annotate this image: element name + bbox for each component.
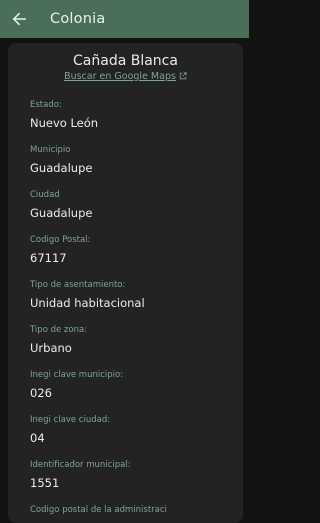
page-title: Colonia [50,11,106,27]
field-label: Municipio [30,145,71,155]
google-maps-link[interactable]: Buscar en Google Maps [8,71,243,82]
field-value: Unidad habitacional [30,296,145,310]
back-button[interactable] [0,0,38,38]
details-card: Cañada Blanca Buscar en Google Maps Esta… [8,43,243,523]
arrow-back-icon [12,12,26,26]
app-bar: Colonia [0,0,249,38]
field-inegi-municipio: Inegi clave municipio: 026 [30,369,235,401]
colonia-name: Cañada Blanca [73,53,178,69]
field-inegi-ciudad: Inegi clave ciudad: 04 [30,414,235,446]
field-tipo-asentamiento: Tipo de asentamiento: Unidad habitaciona… [30,279,235,311]
field-value: Urbano [30,341,72,355]
google-maps-link-label: Buscar en Google Maps [64,71,176,82]
field-value: 67117 [30,251,67,265]
field-label: Estado: [30,100,62,110]
field-value: Guadalupe [30,206,93,220]
field-label: Inegi clave ciudad: [30,415,111,425]
field-value: 026 [30,386,52,400]
field-value: Guadalupe [30,161,93,175]
field-label: Identificador municipal: [30,460,131,470]
field-label: Ciudad [30,190,60,200]
field-value: 1551 [30,476,60,490]
field-codigo-postal: Codigo Postal: 67117 [30,234,235,266]
field-label: Tipo de zona: [30,325,88,335]
field-codigo-postal-administracion: Codigo postal de la administraci [30,504,235,520]
field-label: Codigo Postal: [30,235,91,245]
field-label: Tipo de asentamiento: [30,280,126,290]
field-municipio: Municipio Guadalupe [30,144,235,176]
field-label: Codigo postal de la administraci [30,505,167,515]
external-link-icon [179,72,187,80]
field-estado: Estado: Nuevo León [30,99,235,131]
field-tipo-zona: Tipo de zona: Urbano [30,324,235,356]
field-value: 04 [30,431,45,445]
field-label: Inegi clave municipio: [30,370,124,380]
field-identificador-municipal: Identificador municipal: 1551 [30,459,235,491]
field-ciudad: Ciudad Guadalupe [30,189,235,221]
field-value: Nuevo León [30,116,99,130]
